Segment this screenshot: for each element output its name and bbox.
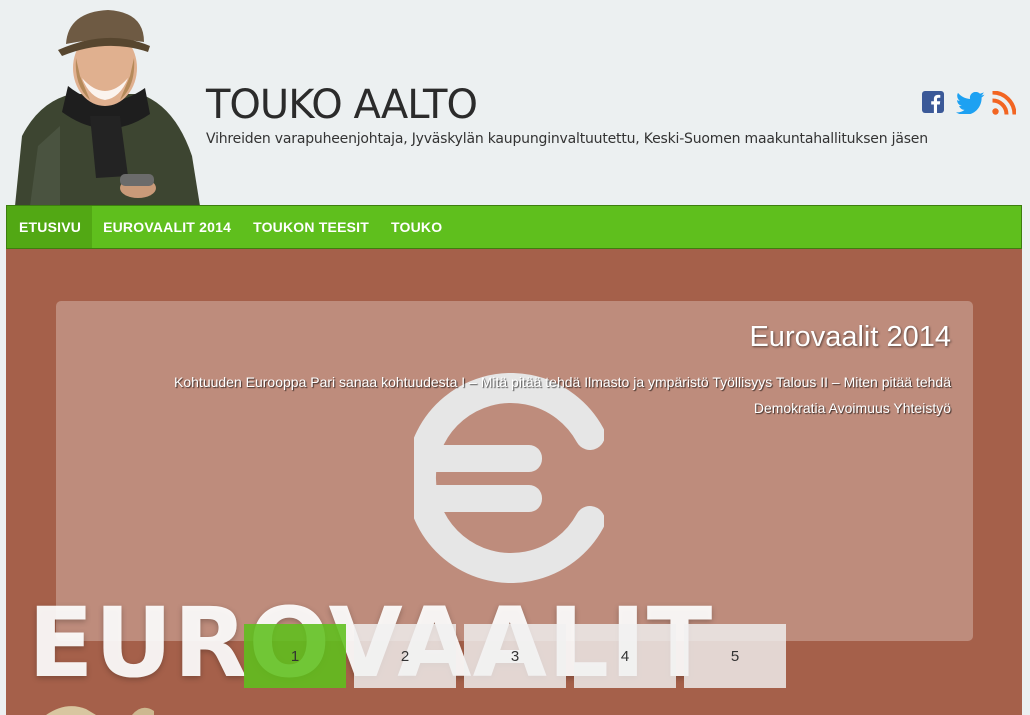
- pager-button-5[interactable]: 5: [684, 624, 786, 688]
- pager-button-4[interactable]: 4: [574, 624, 676, 688]
- slide-link[interactable]: Demokratia: [754, 400, 826, 416]
- slide-link[interactable]: Pari sanaa kohtuudesta I – Mitä pitää te…: [310, 374, 580, 390]
- slide-link[interactable]: Ilmasto ja ympäristö: [584, 374, 708, 390]
- slide-link-list: Kohtuuden Eurooppa Pari sanaa kohtuudest…: [111, 369, 951, 421]
- nav-item-toukon-teesit[interactable]: TOUKON TEESIT: [242, 206, 380, 248]
- twitter-icon[interactable]: [956, 92, 985, 114]
- slide-link[interactable]: Työllisyys: [712, 374, 772, 390]
- slide-link[interactable]: Avoimuus: [829, 400, 890, 416]
- slide-link[interactable]: Kohtuuden Eurooppa: [174, 374, 306, 390]
- pager-button-2[interactable]: 2: [354, 624, 456, 688]
- slider-pager: 1 2 3 4 5: [244, 624, 786, 688]
- pager-button-3[interactable]: 3: [464, 624, 566, 688]
- rss-icon[interactable]: [992, 91, 1016, 115]
- nav-item-eurovaalit-2014[interactable]: EUROVAALIT 2014: [92, 206, 242, 248]
- slide-link[interactable]: Talous II – Miten pitää tehdä: [776, 374, 951, 390]
- nav-item-etusivu[interactable]: ETUSIVU: [7, 206, 93, 248]
- site-tagline: Vihreiden varapuheenjohtaja, Jyväskylän …: [206, 131, 928, 147]
- slide-link[interactable]: Yhteistyö: [893, 400, 951, 416]
- main-nav: ETUSIVU EUROVAALIT 2014 TOUKON TEESIT TO…: [6, 205, 1022, 249]
- site-title[interactable]: TOUKO AALTO: [206, 82, 478, 128]
- facebook-icon[interactable]: [922, 91, 944, 113]
- portrait-photo: [10, 6, 202, 206]
- pager-button-1[interactable]: 1: [244, 624, 346, 688]
- slide-title[interactable]: Eurovaalit 2014: [749, 321, 951, 354]
- nav-item-touko[interactable]: TOUKO: [380, 206, 453, 248]
- partial-image: [46, 706, 154, 715]
- featured-slider: Eurovaalit 2014 Kohtuuden Eurooppa Pari …: [6, 249, 1022, 715]
